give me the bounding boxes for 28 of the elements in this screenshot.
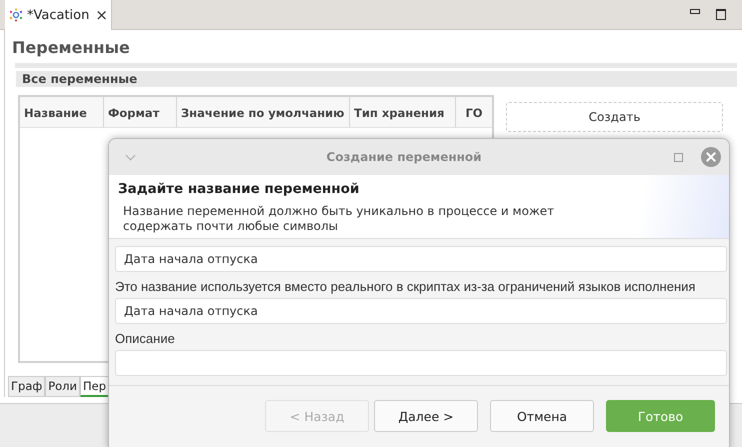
editor-tab[interactable]: *Vacation × [5, 0, 112, 30]
column-header[interactable]: Название [20, 97, 104, 127]
page-title: Переменные [11, 37, 131, 59]
text-field[interactable]: Дата начала отпуска [115, 246, 727, 272]
text-field[interactable]: Дата начала отпуска [115, 298, 727, 324]
minimize-icon[interactable] [690, 9, 700, 14]
column-header[interactable]: Значение по умолчанию [177, 97, 350, 127]
tab-title: *Vacation [27, 8, 90, 22]
dialog-heading: Задайте название переменной [118, 181, 360, 197]
maximize-icon[interactable] [716, 9, 726, 20]
close-icon[interactable] [701, 147, 721, 167]
field-label: Описание [115, 331, 176, 346]
page-tab[interactable]: Пер [80, 376, 110, 397]
column-header[interactable]: ГО [456, 97, 492, 127]
page-tab[interactable]: Роли [45, 376, 80, 397]
field-label: Это название используется вместо реального в скриптах из-за ограничений языков исполнения [115, 279, 696, 294]
column-header[interactable]: Формат [104, 97, 177, 127]
text-field[interactable] [115, 350, 727, 376]
dialog-title: Создание переменной [325, 150, 483, 164]
column-header[interactable]: Тип хранения [350, 97, 456, 127]
section-header: Все переменные [16, 71, 737, 87]
close-icon[interactable]: × [95, 6, 108, 24]
dialog-button[interactable]: Отмена [490, 400, 594, 432]
dialog-description: Название переменной должно быть уникально в процессе и может содержать почти любые символы [122, 204, 556, 234]
dialog-button[interactable]: Далее > [374, 400, 478, 432]
dots-logo-icon [9, 8, 23, 22]
create-button[interactable]: Создать [506, 102, 723, 132]
page-tab[interactable]: Граф [8, 376, 46, 397]
